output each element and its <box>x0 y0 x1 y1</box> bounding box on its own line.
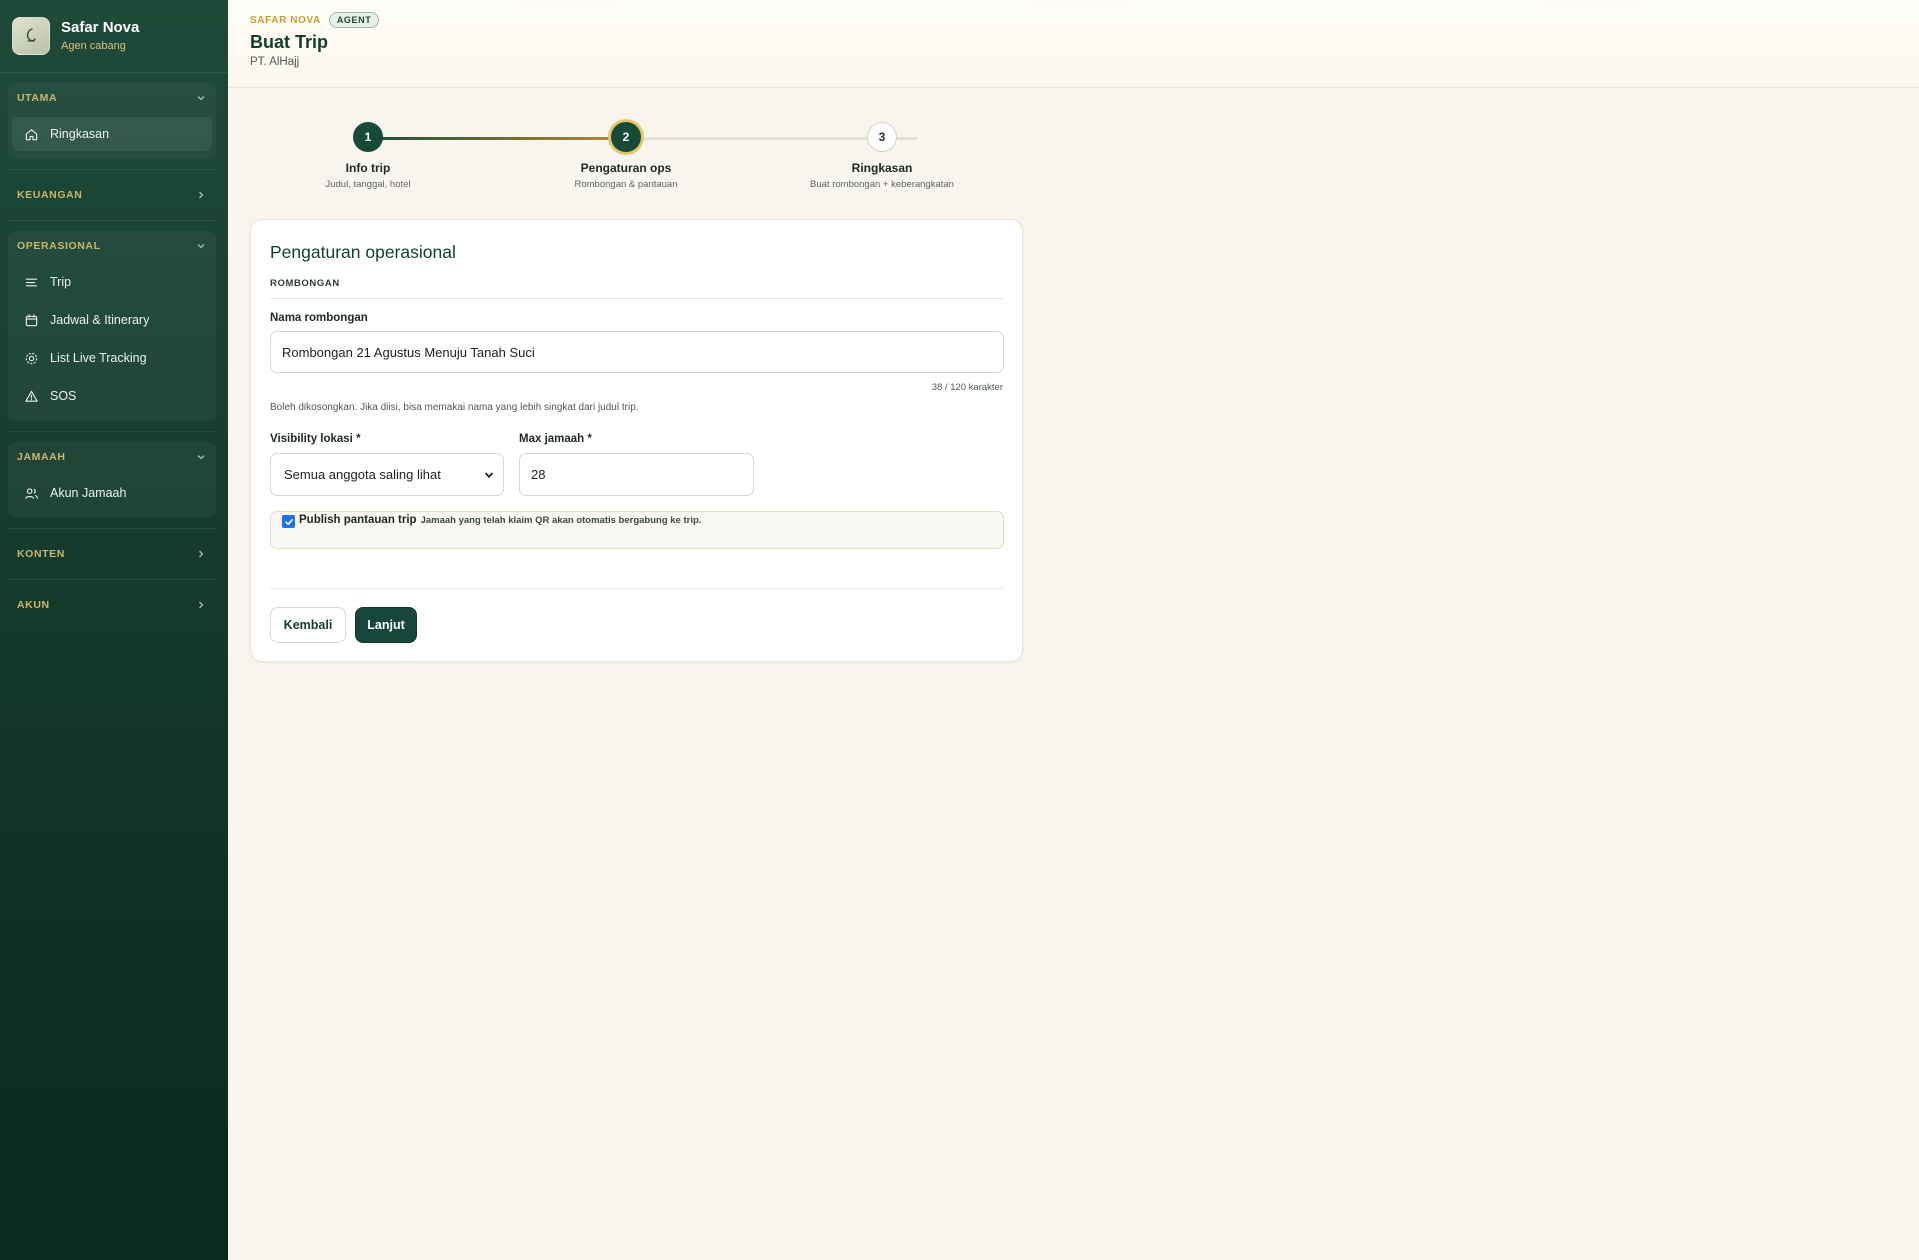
nav-section-title: AKUN <box>17 599 50 611</box>
chevron-down-icon <box>484 471 494 478</box>
nav-section-akun: AKUN <box>8 590 216 620</box>
brand[interactable]: Safar Nova Agen cabang <box>0 0 228 73</box>
step-number: 1 <box>353 122 383 152</box>
main-content: SAFAR NOVA AGENT Buat Trip PT. AlHajj 1 … <box>228 0 1919 1260</box>
visibility-label: Visibility lokasi * <box>270 433 361 445</box>
nav-section-title: OPERASIONAL <box>17 240 101 252</box>
sidebar-item-akun-jamaah[interactable]: Akun Jamaah <box>12 476 212 510</box>
step-label: Info trip <box>345 161 391 175</box>
step-number: 3 <box>867 122 897 152</box>
divider <box>8 169 216 170</box>
sidebar-item-sos[interactable]: SOS <box>12 379 212 413</box>
nav-section-konten-toggle[interactable]: KONTEN <box>8 539 216 569</box>
nav-section-utama-toggle[interactable]: UTAMA <box>8 83 216 113</box>
nav-section-keuangan-toggle[interactable]: KEUANGAN <box>8 180 216 210</box>
nav-section-title: KONTEN <box>17 548 65 560</box>
page-subtitle: PT. AlHajj <box>250 56 300 68</box>
group-name-input[interactable]: Rombongan 21 Agustus Menuju Tanah Suci <box>270 331 1004 373</box>
breadcrumb: SAFAR NOVA AGENT <box>250 12 1897 28</box>
group-name-label: Nama rombongan <box>270 312 368 324</box>
section-label: ROMBONGAN <box>270 278 340 289</box>
divider <box>8 528 216 529</box>
brand-name: Safar Nova <box>61 18 140 36</box>
page-title: Buat Trip <box>250 32 329 52</box>
check-icon <box>284 518 293 525</box>
divider <box>8 431 216 432</box>
nav-section-konten: KONTEN <box>8 539 216 569</box>
publish-checkbox[interactable] <box>282 515 295 528</box>
divider <box>8 220 216 221</box>
nav-section-utama: UTAMA Ringkasan <box>8 83 216 159</box>
divider <box>270 298 1003 299</box>
step-info-trip[interactable]: 1 Info trip Judul, tanggal, hotel <box>268 122 468 190</box>
publish-label: Publish pantauan trip <box>299 514 417 526</box>
max-jamaah-label: Max jamaah * <box>519 433 592 445</box>
nav-section-jamaah: JAMAAH Akun Jamaah <box>8 442 216 518</box>
group-name-hint: Boleh dikosongkan. Jika diisi, bisa mema… <box>270 402 639 413</box>
step-desc: Buat rombongan + keberangkatan <box>810 179 954 190</box>
users-icon <box>22 484 40 502</box>
divider <box>8 579 216 580</box>
sidebar-item-ringkasan[interactable]: Ringkasan <box>12 117 212 151</box>
chevron-down-icon <box>197 244 205 249</box>
chevron-down-icon <box>197 96 205 101</box>
home-icon <box>22 125 40 143</box>
step-desc: Judul, tanggal, hotel <box>325 179 411 190</box>
step-number: 2 <box>611 122 641 152</box>
next-button[interactable]: Lanjut <box>355 607 417 643</box>
role-badge: AGENT <box>328 12 380 28</box>
gear-icon <box>22 349 40 367</box>
list-icon <box>22 273 40 291</box>
nav-section-title: UTAMA <box>17 92 58 104</box>
step-desc: Rombongan & pantauan <box>574 179 678 190</box>
nav-section-operasional-toggle[interactable]: OPERASIONAL <box>8 231 216 261</box>
brand-subtitle: Agen cabang <box>61 39 126 52</box>
sidebar-item-label: Jadwal & Itinerary <box>50 313 150 327</box>
char-counter: 38 / 120 karakter <box>931 382 1003 393</box>
sidebar-item-live-tracking[interactable]: List Live Tracking <box>12 341 212 375</box>
chevron-down-icon <box>197 455 205 460</box>
max-jamaah-input[interactable]: 28 <box>519 453 754 496</box>
sidebar: Safar Nova Agen cabang UTAMA Ringkasan K… <box>0 0 228 1260</box>
nav-section-title: KEUANGAN <box>17 189 83 201</box>
warning-icon <box>22 387 40 405</box>
publish-description: Jamaah yang telah klaim QR akan otomatis… <box>420 515 702 526</box>
back-button[interactable]: Kembali <box>270 607 346 643</box>
sidebar-item-label: List Live Tracking <box>50 351 147 365</box>
header-brand: SAFAR NOVA <box>250 14 321 26</box>
nav-section-operasional: OPERASIONAL Trip Jadwal & Itinerary List… <box>8 231 216 421</box>
nav-section-keuangan: KEUANGAN <box>8 180 216 210</box>
visibility-selected-value: Semua anggota saling lihat <box>284 467 441 482</box>
sidebar-item-jadwal[interactable]: Jadwal & Itinerary <box>12 303 212 337</box>
sidebar-item-label: Akun Jamaah <box>50 486 127 500</box>
card-title: Pengaturan operasional <box>270 242 456 262</box>
operations-card: Pengaturan operasional ROMBONGAN Nama ro… <box>250 219 1023 662</box>
sidebar-item-label: SOS <box>50 389 77 403</box>
sidebar-item-label: Ringkasan <box>50 127 110 141</box>
logo-icon <box>12 17 50 55</box>
nav-section-akun-toggle[interactable]: AKUN <box>8 590 216 620</box>
calendar-icon <box>22 311 40 329</box>
step-label: Pengaturan ops <box>580 161 672 175</box>
step-pengaturan-ops[interactable]: 2 Pengaturan ops Rombongan & pantauan <box>526 122 726 190</box>
step-ringkasan[interactable]: 3 Ringkasan Buat rombongan + keberangkat… <box>782 122 982 190</box>
publish-toggle-box[interactable]: Publish pantauan trip Jamaah yang telah … <box>270 511 1004 549</box>
divider <box>270 588 1003 589</box>
visibility-select[interactable]: Semua anggota saling lihat <box>270 453 504 496</box>
nav-section-title: JAMAAH <box>17 451 66 463</box>
chevron-right-icon <box>199 601 204 609</box>
chevron-right-icon <box>199 191 204 199</box>
page-header: SAFAR NOVA AGENT Buat Trip PT. AlHajj <box>228 0 1919 88</box>
stepper: 1 Info trip Judul, tanggal, hotel 2 Peng… <box>250 118 1030 198</box>
sidebar-item-trip[interactable]: Trip <box>12 265 212 299</box>
step-label: Ringkasan <box>851 161 913 175</box>
sidebar-item-label: Trip <box>50 275 72 289</box>
nav-section-jamaah-toggle[interactable]: JAMAAH <box>8 442 216 472</box>
chevron-right-icon <box>199 550 204 558</box>
